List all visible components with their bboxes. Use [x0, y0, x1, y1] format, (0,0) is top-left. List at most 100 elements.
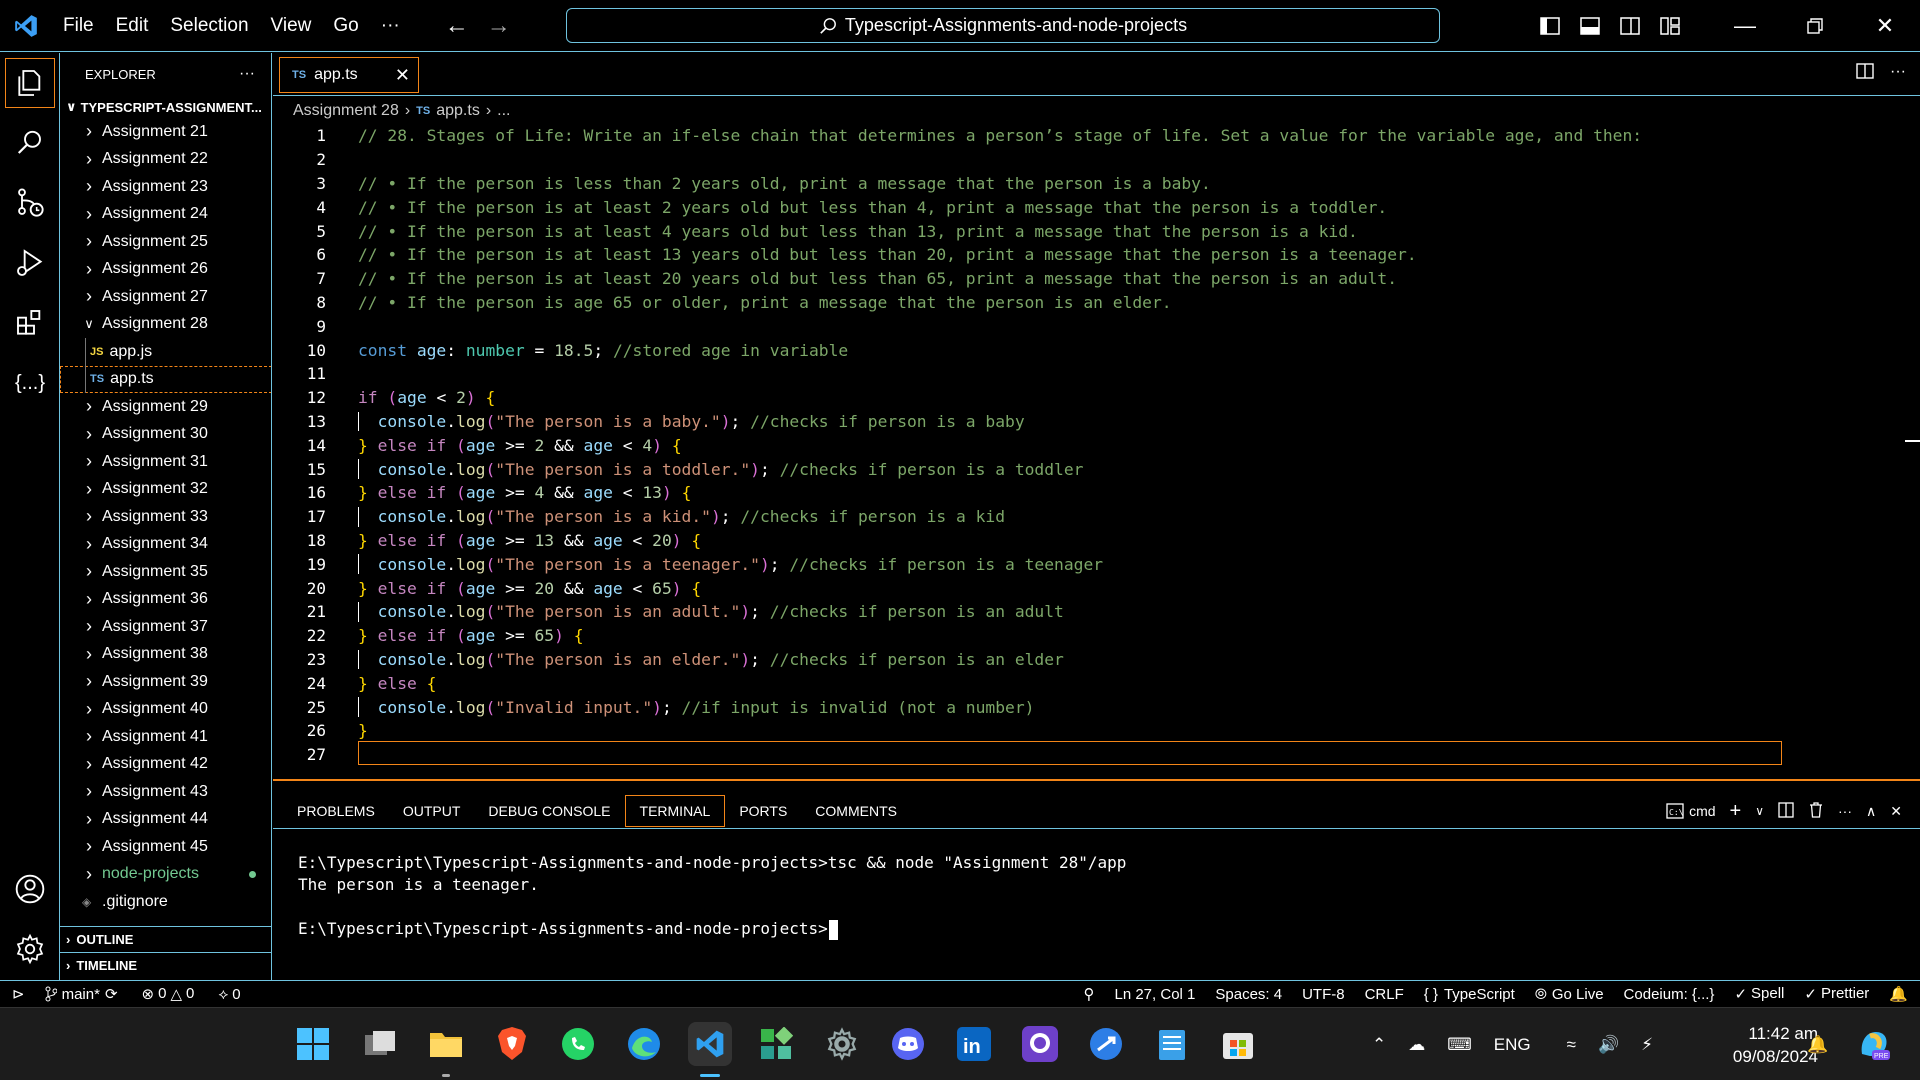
- breadcrumb-symbol[interactable]: ...: [497, 102, 510, 120]
- run-debug-icon[interactable]: [0, 233, 60, 293]
- file-item[interactable]: TS app.ts: [60, 365, 271, 393]
- folder-item[interactable]: › Assignment 40: [60, 696, 271, 724]
- split-terminal-icon[interactable]: [1778, 801, 1794, 821]
- wifi-icon[interactable]: ≈: [1567, 1035, 1576, 1055]
- toggle-panel-icon[interactable]: [1570, 0, 1610, 52]
- language-mode[interactable]: { } TypeScript: [1424, 986, 1515, 1003]
- toggle-secondary-sidebar-icon[interactable]: [1610, 0, 1650, 52]
- tab-output[interactable]: OUTPUT: [389, 795, 475, 827]
- customize-layout-icon[interactable]: [1650, 0, 1690, 52]
- cursor-position[interactable]: Ln 27, Col 1: [1114, 986, 1195, 1003]
- spell-status[interactable]: ✓ Spell: [1734, 985, 1784, 1003]
- folder-item[interactable]: › Assignment 38: [60, 641, 271, 669]
- folder-item[interactable]: › Assignment 41: [60, 723, 271, 751]
- code-editor[interactable]: 1 // 28. Stages of Life: Write an if-else…: [273, 122, 1920, 777]
- codeium-status[interactable]: Codeium: {...}: [1624, 986, 1715, 1003]
- folder-item[interactable]: › Assignment 37: [60, 613, 271, 641]
- new-terminal-icon[interactable]: +: [1730, 800, 1742, 823]
- json-tools-icon[interactable]: {...}: [0, 353, 60, 413]
- folder-item[interactable]: ∨ Assignment 28: [60, 311, 271, 339]
- workspace-root[interactable]: ∨ TYPESCRIPT-ASSIGNMENT...: [60, 95, 271, 119]
- microsoft-store-icon[interactable]: [1216, 1022, 1260, 1066]
- task-view-icon[interactable]: [358, 1022, 402, 1066]
- sync-icon[interactable]: ⟳: [105, 985, 118, 1003]
- file-explorer-icon[interactable]: [424, 1022, 468, 1066]
- folder-item[interactable]: › Assignment 44: [60, 806, 271, 834]
- command-center-search[interactable]: Typescript-Assignments-and-node-projects: [566, 8, 1440, 43]
- folder-item[interactable]: › Assignment 39: [60, 668, 271, 696]
- indentation[interactable]: Spaces: 4: [1215, 986, 1282, 1003]
- scrollbar-indicator[interactable]: [1905, 440, 1920, 442]
- menu-selection[interactable]: Selection: [159, 0, 259, 52]
- folder-item[interactable]: › Assignment 21: [60, 118, 271, 146]
- breadcrumb-file[interactable]: app.ts: [436, 102, 480, 120]
- restore-icon[interactable]: [1780, 0, 1850, 52]
- edge-browser-icon[interactable]: [622, 1022, 666, 1066]
- prettier-status[interactable]: ✓ Prettier: [1804, 985, 1869, 1003]
- terminal-prompt[interactable]: E:\Typescript\Typescript-Assignments-and…: [298, 919, 838, 940]
- folder-item[interactable]: › Assignment 27: [60, 283, 271, 311]
- folder-item[interactable]: › Assignment 22: [60, 146, 271, 174]
- extensions-icon[interactable]: [0, 293, 60, 353]
- linkedin-icon[interactable]: in: [952, 1022, 996, 1066]
- network-tool-icon[interactable]: [1084, 1022, 1128, 1066]
- folder-item[interactable]: › Assignment 42: [60, 751, 271, 779]
- file-item[interactable]: JS app.js: [60, 338, 271, 366]
- start-menu-icon[interactable]: [291, 1022, 335, 1066]
- terminal-shell-selector[interactable]: C:\ cmd: [1666, 803, 1716, 819]
- folder-item[interactable]: ◈ .gitignore: [60, 888, 271, 916]
- whatsapp-icon[interactable]: [556, 1022, 600, 1066]
- menu-view[interactable]: View: [260, 0, 323, 52]
- keyboard-icon[interactable]: ⌨: [1447, 1035, 1472, 1055]
- trash-icon[interactable]: [1808, 801, 1824, 821]
- search-icon[interactable]: [0, 113, 60, 173]
- app-grid-icon[interactable]: [754, 1022, 798, 1066]
- brave-browser-icon[interactable]: [490, 1022, 534, 1066]
- github-icon[interactable]: [1018, 1022, 1062, 1066]
- folder-item[interactable]: › Assignment 24: [60, 201, 271, 229]
- zoom-icon[interactable]: ⚲: [1083, 985, 1094, 1003]
- menu-go[interactable]: Go: [322, 0, 369, 52]
- sidebar-more-icon[interactable]: ···: [239, 65, 255, 83]
- branch-indicator[interactable]: main* ⟳: [45, 985, 118, 1003]
- settings-app-icon[interactable]: [820, 1022, 864, 1066]
- accounts-icon[interactable]: [0, 859, 60, 919]
- close-window-icon[interactable]: ✕: [1850, 0, 1920, 52]
- panel-more-icon[interactable]: ···: [1838, 803, 1852, 819]
- tab-comments[interactable]: COMMENTS: [801, 795, 911, 827]
- volume-icon[interactable]: 🔊: [1598, 1035, 1619, 1055]
- line-ending[interactable]: CRLF: [1365, 986, 1404, 1003]
- menu-more[interactable]: ···: [370, 0, 411, 52]
- tab-problems[interactable]: PROBLEMS: [283, 795, 389, 827]
- close-tab-icon[interactable]: ✕: [395, 65, 410, 86]
- folder-item[interactable]: › Assignment 29: [60, 393, 271, 421]
- folder-item[interactable]: › Assignment 25: [60, 228, 271, 256]
- ports-indicator[interactable]: ⟡ 0: [218, 986, 240, 1003]
- toggle-sidebar-icon[interactable]: [1530, 0, 1570, 52]
- battery-icon[interactable]: ⚡: [1641, 1035, 1653, 1055]
- folder-item[interactable]: › Assignment 32: [60, 476, 271, 504]
- folder-item[interactable]: › Assignment 45: [60, 833, 271, 861]
- onedrive-cloud-icon[interactable]: ☁: [1408, 1035, 1425, 1055]
- encoding[interactable]: UTF-8: [1302, 986, 1345, 1003]
- folder-item[interactable]: › Assignment 30: [60, 421, 271, 449]
- copilot-icon[interactable]: PRE: [1852, 1022, 1896, 1066]
- tab-debug-console[interactable]: DEBUG CONSOLE: [474, 795, 624, 827]
- tab-app-ts[interactable]: TS app.ts ✕: [279, 57, 419, 93]
- go-live-button[interactable]: ⦾ Go Live: [1535, 986, 1604, 1003]
- timeline-section[interactable]: › TIMELINE: [60, 952, 271, 978]
- split-editor-icon[interactable]: [1856, 63, 1874, 84]
- minimize-icon[interactable]: —: [1710, 0, 1780, 52]
- system-clock[interactable]: 11:42 am 09/08/2024: [1733, 1022, 1818, 1068]
- settings-gear-icon[interactable]: [0, 919, 60, 979]
- folder-item[interactable]: › Assignment 34: [60, 531, 271, 559]
- show-hidden-icons-icon[interactable]: ⌃: [1372, 1035, 1386, 1055]
- maximize-panel-icon[interactable]: ∧: [1866, 803, 1876, 820]
- folder-item[interactable]: › Assignment 33: [60, 503, 271, 531]
- notepad-icon[interactable]: [1150, 1022, 1194, 1066]
- folder-item[interactable]: › node-projects: [60, 861, 271, 889]
- chevron-down-icon[interactable]: ∨: [1755, 804, 1764, 818]
- folder-item[interactable]: › Assignment 36: [60, 586, 271, 614]
- folder-item[interactable]: › Assignment 26: [60, 256, 271, 284]
- menu-edit[interactable]: Edit: [105, 0, 160, 52]
